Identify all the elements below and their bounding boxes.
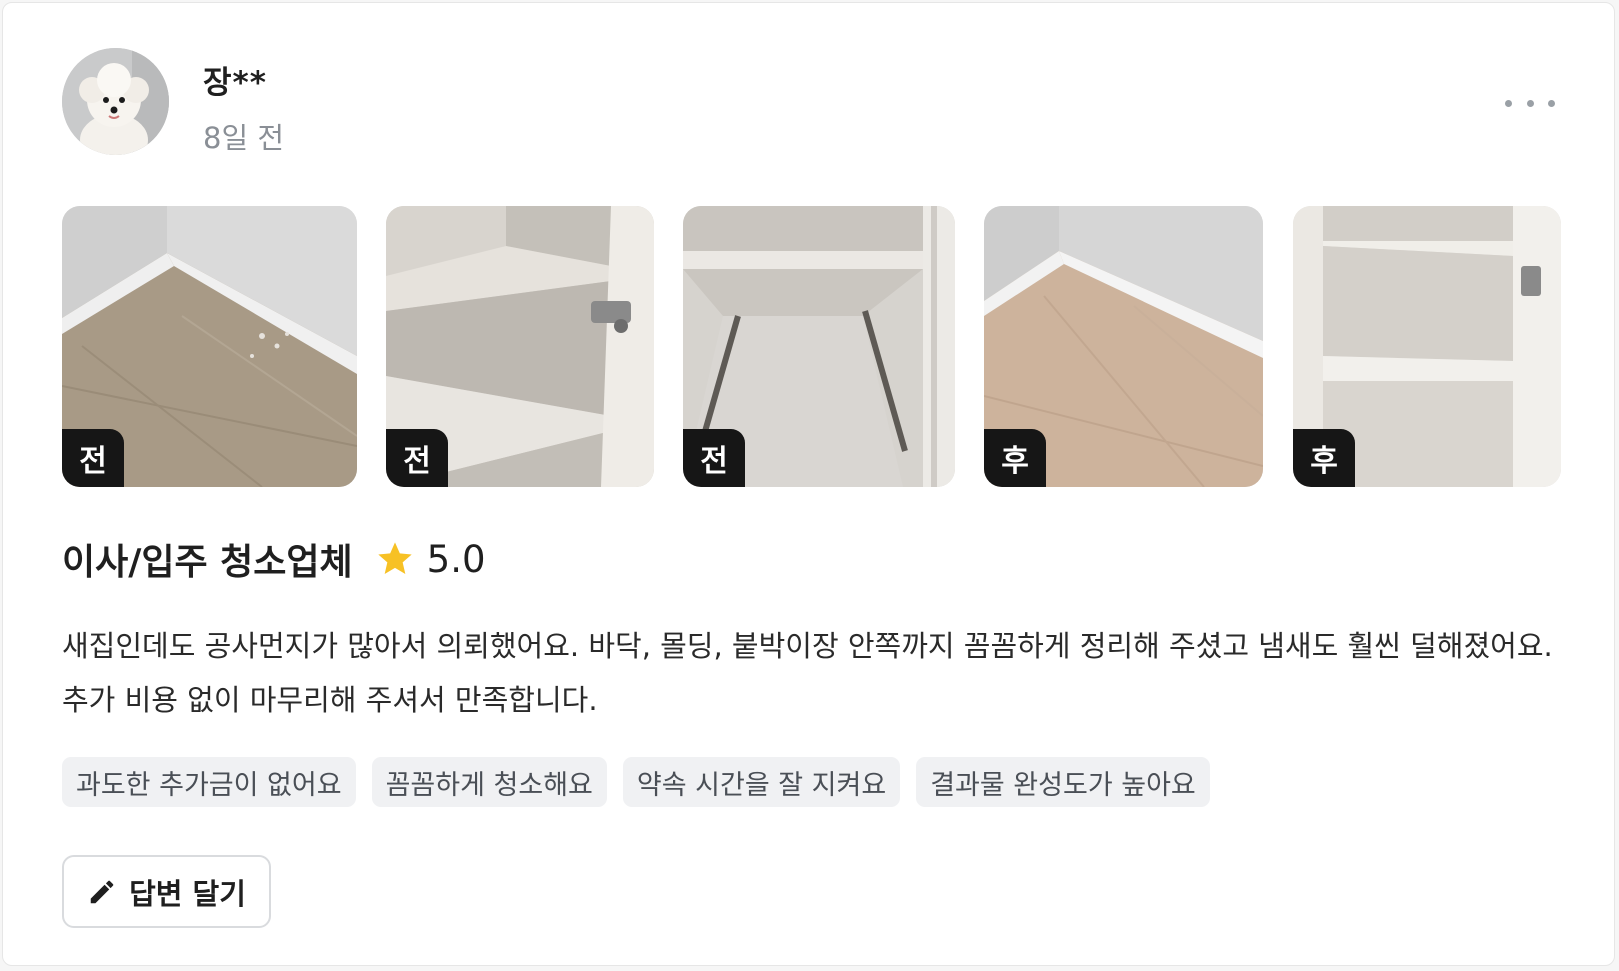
- avatar[interactable]: [62, 48, 169, 155]
- photo-badge: 후: [1293, 429, 1355, 487]
- review-tag: 과도한 추가금이 없어요: [62, 757, 356, 807]
- review-body-line: 새집인데도 공사먼지가 많아서 의뢰했어요. 바닥, 몰딩, 붙박이장 안쪽까지…: [62, 629, 1553, 663]
- review-photo-5[interactable]: 후: [1293, 206, 1561, 487]
- review-photo-2[interactable]: 전: [386, 206, 654, 487]
- review-photo-3[interactable]: 전: [683, 206, 955, 487]
- reply-button-label: 답변 달기: [129, 876, 246, 911]
- review-body-line: 추가 비용 없이 마무리해 주셔서 만족합니다.: [62, 683, 598, 717]
- review-time: 8일 전: [203, 121, 285, 155]
- more-icon[interactable]: [1505, 85, 1555, 121]
- review-tag: 약속 시간을 잘 지켜요: [622, 757, 901, 807]
- review-tag: 꼼꼼하게 청소해요: [371, 757, 607, 807]
- photo-badge: 전: [62, 429, 124, 487]
- rating-value: 5.0: [426, 537, 486, 581]
- author-name: 장**: [203, 65, 267, 101]
- reply-button[interactable]: 답변 달기: [62, 855, 271, 928]
- review-body: 새집인데도 공사먼지가 많아서 의뢰했어요. 바닥, 몰딩, 붙박이장 안쪽까지…: [62, 619, 1582, 727]
- tag-list: 과도한 추가금이 없어요 꼼꼼하게 청소해요 약속 시간을 잘 지켜요 결과물 …: [62, 757, 1210, 807]
- rating-row: 이사/입주 청소업체 5.0: [62, 533, 486, 585]
- photo-badge: 전: [683, 429, 745, 487]
- review-photo-4[interactable]: 후: [984, 206, 1263, 487]
- review-photo-1[interactable]: 전: [62, 206, 357, 487]
- star-icon: [377, 542, 412, 574]
- review-tag: 결과물 완성도가 높아요: [916, 757, 1210, 807]
- photo-badge: 후: [984, 429, 1046, 487]
- review-card: 장** 8일 전 전 전 전 후 후 이사/입주 청소업체 5.0 새집인데도 …: [2, 2, 1615, 966]
- service-title: 이사/입주 청소업체: [62, 542, 353, 583]
- photo-badge: 전: [386, 429, 448, 487]
- pencil-icon: [90, 880, 114, 903]
